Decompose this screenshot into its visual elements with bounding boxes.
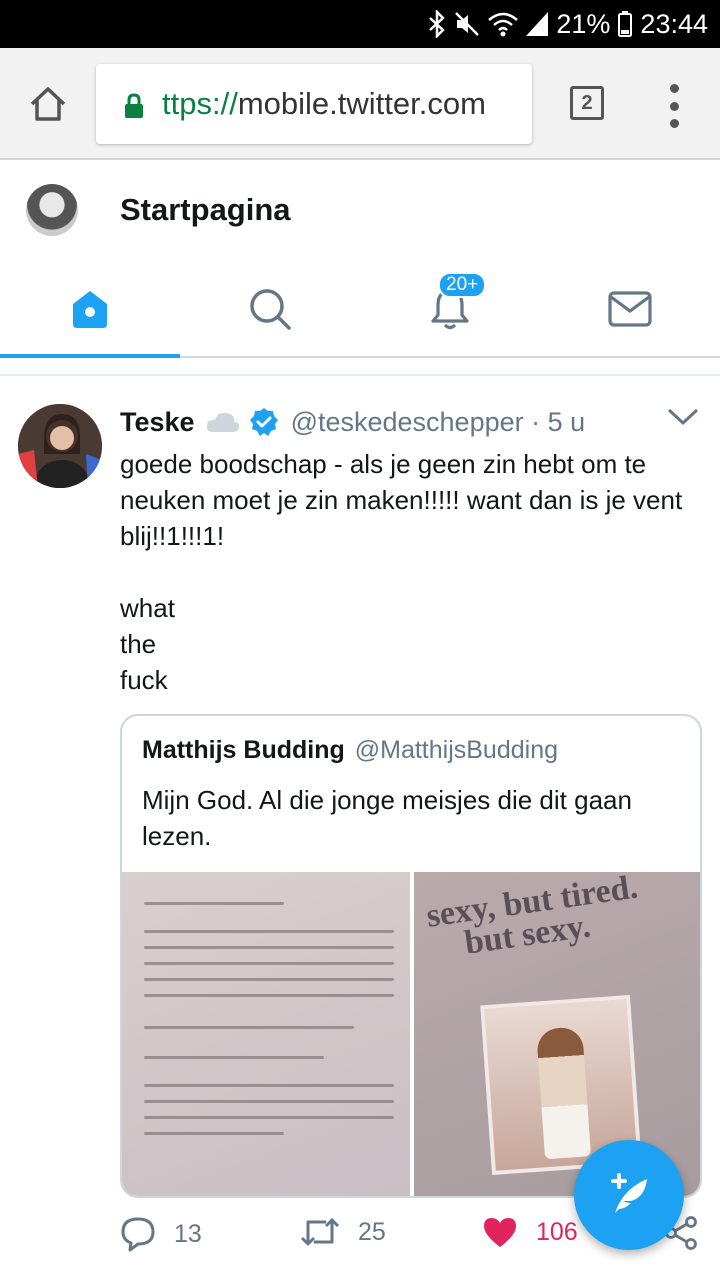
verified-icon: [249, 407, 279, 437]
main-nav: 20+: [0, 262, 720, 358]
url-scheme: ttps://: [162, 86, 238, 121]
tweet-meta-separator: ·: [523, 406, 548, 437]
tweet-timestamp[interactable]: 5 u: [548, 407, 586, 438]
retweet-icon: [300, 1218, 340, 1246]
envelope-icon: [608, 291, 652, 327]
profile-avatar[interactable]: [26, 184, 78, 236]
retweet-action[interactable]: 25: [300, 1216, 386, 1248]
reply-icon: [121, 1217, 155, 1252]
search-icon: [250, 289, 291, 330]
status-bar: 21% 23:44: [0, 0, 720, 48]
clock: 23:44: [640, 8, 708, 39]
tweet-text: goede boodschap - als je geen zin hebt o…: [120, 449, 683, 695]
retweet-count: 25: [358, 1217, 386, 1246]
browser-menu-icon[interactable]: [666, 84, 682, 128]
twitter-header: Startpagina: [0, 162, 720, 260]
reply-action[interactable]: 13: [120, 1216, 202, 1252]
compose-quill-icon: [611, 1173, 647, 1213]
timeline-divider: [0, 374, 720, 376]
status-icons: 21% 23:44: [428, 6, 708, 42]
like-action[interactable]: 106: [482, 1216, 578, 1248]
page-title: Startpagina: [120, 192, 291, 227]
tab-switcher-button[interactable]: 2: [570, 86, 604, 120]
address-bar[interactable]: ttps://mobile.twitter.com: [96, 64, 532, 144]
home-tab-icon: [73, 291, 107, 328]
chevron-down-icon[interactable]: [666, 406, 700, 433]
quoted-author-handle: @MatthijsBudding: [354, 736, 559, 764]
bluetooth-icon: [428, 10, 446, 38]
tweet-author-avatar[interactable]: [18, 404, 102, 488]
tab-home[interactable]: [0, 262, 180, 358]
book-page-photo[interactable]: [122, 872, 410, 1196]
reply-count: 13: [174, 1219, 202, 1248]
cloud-icon: [205, 410, 241, 434]
battery-icon: [618, 11, 633, 37]
compose-tweet-button[interactable]: [574, 1140, 684, 1250]
lock-icon: [124, 91, 144, 118]
like-count: 106: [536, 1217, 578, 1246]
quoted-author-name: Matthijs Budding: [142, 736, 345, 764]
battery-percentage: 21%: [556, 8, 611, 39]
wifi-icon: [488, 11, 519, 37]
quoted-tweet[interactable]: Matthijs Budding @MatthijsBudding Mijn G…: [120, 714, 702, 1198]
home-icon[interactable]: [28, 84, 68, 124]
tweet-author-name[interactable]: Teske: [120, 407, 195, 438]
tab-messages[interactable]: [540, 262, 720, 356]
url-host: mobile.twitter.com: [237, 86, 486, 121]
signal-icon: [526, 12, 549, 36]
quoted-tweet-text: Mijn God. Al die jonge meisjes die dit g…: [142, 785, 632, 851]
tweet-header: Teske @teskedeschepper · 5 u: [120, 404, 585, 440]
tweet-author-handle[interactable]: @teskedeschepper: [291, 407, 524, 438]
browser-toolbar: ttps://mobile.twitter.com 2: [0, 48, 720, 160]
mute-icon: [454, 11, 480, 37]
heart-icon: [484, 1218, 516, 1247]
tab-search[interactable]: [180, 262, 360, 356]
notifications-badge: 20+: [438, 272, 487, 298]
quoted-tweet-header: Matthijs Budding @MatthijsBudding: [142, 736, 558, 765]
book-cover-title-art: sexy, but tired. but sexy.: [424, 872, 641, 967]
